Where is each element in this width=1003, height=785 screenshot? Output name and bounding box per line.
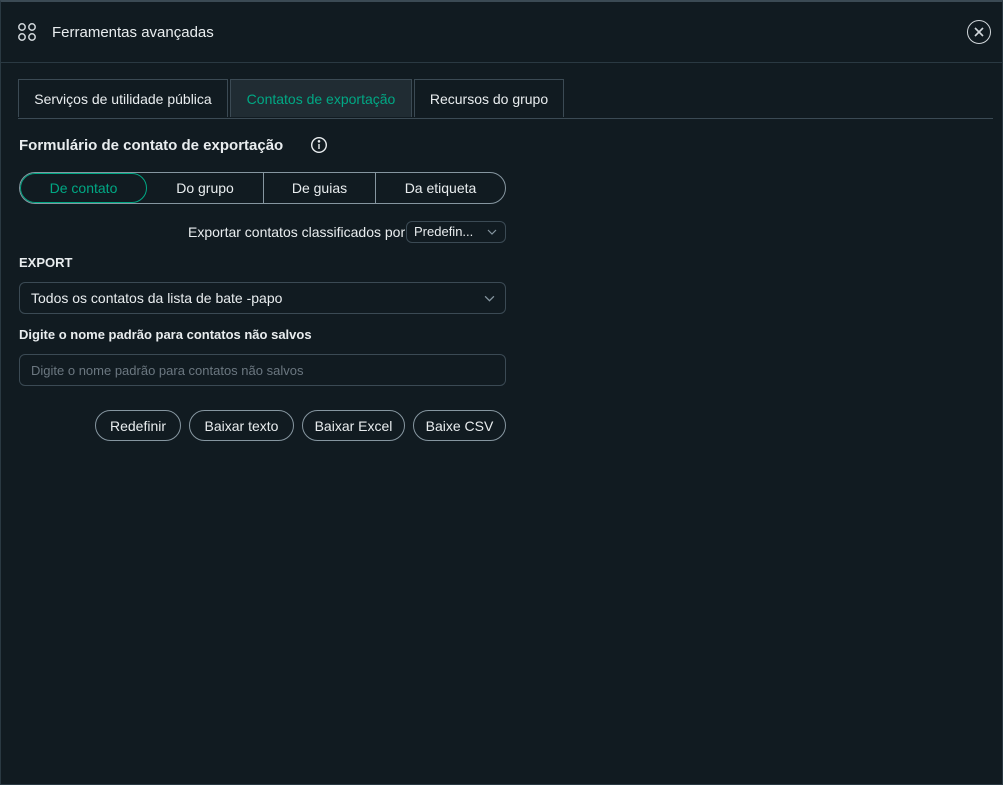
export-label: EXPORT <box>19 255 73 270</box>
close-button[interactable] <box>967 20 991 44</box>
tab-group-features[interactable]: Recursos do grupo <box>414 79 564 117</box>
download-csv-button[interactable]: Baixe CSV <box>413 410 506 441</box>
window-title: Ferramentas avançadas <box>52 24 214 41</box>
close-icon <box>974 27 984 37</box>
segment-from-contact[interactable]: De contato <box>20 173 147 203</box>
download-text-button[interactable]: Baixar texto <box>189 410 294 441</box>
chevron-down-icon <box>484 295 495 302</box>
export-select[interactable]: Todos os contatos da lista de bate -papo <box>19 282 506 314</box>
segment-from-tabs[interactable]: De guias <box>264 173 376 203</box>
sort-label: Exportar contatos classificados por <box>188 224 406 240</box>
advanced-tools-window: Ferramentas avançadas Serviços de utilid… <box>0 0 1003 785</box>
export-select-value: Todos os contatos da lista de bate -papo <box>31 290 283 306</box>
download-excel-button[interactable]: Baixar Excel <box>302 410 405 441</box>
form-title: Formulário de contato de exportação <box>19 137 284 154</box>
export-source-segmented-control: De contato Do grupo De guias Da etiqueta <box>19 172 506 204</box>
info-icon[interactable] <box>310 136 328 154</box>
window-header: Ferramentas avançadas <box>1 2 1002 63</box>
apps-grid-icon <box>17 22 37 42</box>
sort-select-value: Predefin... <box>414 224 474 239</box>
tab-export-contacts[interactable]: Contatos de exportação <box>230 79 412 117</box>
chevron-down-icon <box>487 229 497 235</box>
tab-bar: Serviços de utilidade pública Contatos d… <box>18 79 993 119</box>
tab-public-utility-services[interactable]: Serviços de utilidade pública <box>18 79 228 117</box>
default-name-label: Digite o nome padrão para contatos não s… <box>19 327 312 342</box>
sort-select[interactable]: Predefin... <box>406 221 506 243</box>
default-name-input[interactable] <box>19 354 506 386</box>
reset-button[interactable]: Redefinir <box>95 410 181 441</box>
segment-from-label[interactable]: Da etiqueta <box>376 173 505 203</box>
segment-from-group[interactable]: Do grupo <box>147 173 264 203</box>
